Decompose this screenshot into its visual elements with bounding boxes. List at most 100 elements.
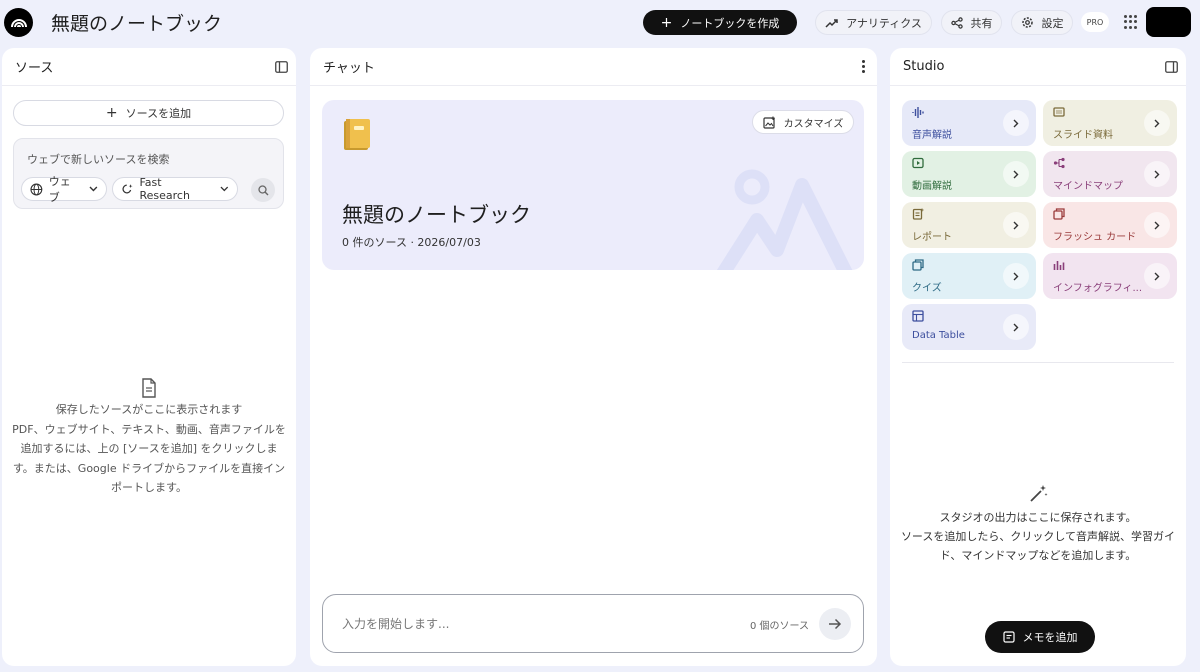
notebook-title[interactable]: 無題のノートブック	[51, 9, 222, 36]
studio-tile-data-table[interactable]: Data Table	[902, 304, 1036, 350]
search-icon	[257, 184, 268, 195]
chevron-right-icon[interactable]	[1144, 161, 1170, 187]
sources-header: ソース	[2, 48, 296, 86]
chevron-right-icon[interactable]	[1144, 263, 1170, 289]
top-bar: 無題のノートブック + ノートブックを作成 アナリティクス 共有 設定 PRO	[0, 0, 1200, 46]
infographic-icon	[1053, 261, 1065, 270]
mind-map-icon	[1053, 157, 1065, 169]
share-button[interactable]: 共有	[941, 10, 1002, 35]
gear-icon	[1021, 17, 1033, 28]
share-label: 共有	[970, 16, 993, 30]
studio-tile-flashcard[interactable]: フラッシュ カード	[1043, 202, 1177, 248]
studio-tile-quiz[interactable]: クイズ	[902, 253, 1036, 299]
plus-icon: +	[105, 105, 118, 121]
sources-empty-description: PDF、ウェブサイト、テキスト、動画、音声ファイルを追加するには、上の [ソース…	[12, 422, 286, 495]
more-vert-icon[interactable]	[858, 56, 869, 77]
web-chip[interactable]: ウェブ	[21, 175, 107, 204]
collapse-panel-icon[interactable]	[275, 60, 288, 73]
studio-divider	[902, 362, 1174, 363]
sources-empty-state: 保存したソースがここに表示されます PDF、ウェブサイト、テキスト、動画、音声フ…	[12, 378, 286, 498]
chat-panel: チャット カスタマイズ 無題のノートブック 0 件のソース · 2026/07/…	[310, 48, 877, 666]
studio-tile-label: 動画解説	[912, 181, 952, 192]
chevron-right-icon[interactable]	[1144, 110, 1170, 136]
analytics-label: アナリティクス	[846, 16, 922, 30]
studio-panel: Studio 音声解説 スライド資料動画解説 マインドマップレポート フラッシュ カー…	[890, 48, 1186, 666]
chevron-right-icon[interactable]	[1003, 110, 1029, 136]
studio-empty-title: スタジオの出力はここに保存されます。	[939, 511, 1137, 524]
share-icon	[950, 16, 963, 29]
image-edit-icon	[763, 116, 775, 129]
video-icon	[912, 157, 924, 169]
magic-wand-icon	[1030, 485, 1048, 502]
studio-header: Studio	[890, 48, 1186, 86]
add-source-button[interactable]: + ソースを追加	[13, 100, 284, 126]
create-notebook-label: ノートブックを作成	[680, 16, 780, 30]
web-source-search: ウェブで新しいソースを検索 ウェブ Fast Research	[13, 138, 284, 209]
chat-input-box[interactable]: 入力を開始します... 0 個のソース	[322, 594, 864, 653]
search-submit-button[interactable]	[251, 178, 275, 202]
chat-title: チャット	[323, 61, 375, 76]
studio-tile-label: フラッシュ カード	[1053, 232, 1137, 243]
studio-tile-label: マインドマップ	[1053, 181, 1123, 192]
globe-icon	[30, 183, 43, 195]
chevron-right-icon[interactable]	[1144, 212, 1170, 238]
chat-input-placeholder: 入力を開始します...	[342, 617, 450, 631]
send-button[interactable]	[819, 608, 851, 640]
research-chip-label: Fast Research	[139, 176, 190, 202]
studio-tile-label: Data Table	[912, 330, 965, 341]
studio-empty-description: ソースを追加したら、クリックして音声解説、学習ガイド、マインドマップなどを追加し…	[900, 530, 1176, 562]
research-sparkle-icon	[122, 183, 133, 193]
pro-badge: PRO	[1081, 12, 1109, 32]
chevron-right-icon[interactable]	[1003, 263, 1029, 289]
flashcard-icon	[1053, 208, 1065, 220]
audio-waveform-icon	[912, 107, 924, 118]
studio-tile-label: インフォグラフィ...	[1053, 283, 1143, 294]
research-mode-chip[interactable]: Fast Research	[112, 176, 238, 202]
studio-empty-state: スタジオの出力はここに保存されます。 ソースを追加したら、クリックして音声解説、…	[898, 484, 1178, 565]
chevron-down-icon	[89, 186, 98, 192]
chevron-right-icon[interactable]	[1003, 212, 1029, 238]
sources-empty-title: 保存したソースがここに表示されます	[55, 403, 243, 416]
add-memo-label: メモを追加	[1022, 631, 1078, 644]
account-avatar[interactable]	[1146, 7, 1191, 37]
notebook-meta: 0 件のソース · 2026/07/03	[342, 236, 481, 249]
search-input[interactable]: ウェブで新しいソースを検索	[27, 151, 169, 167]
studio-tile-report[interactable]: レポート	[902, 202, 1036, 248]
plus-icon: +	[660, 14, 673, 31]
chevron-right-icon[interactable]	[1003, 161, 1029, 187]
trending-up-icon	[825, 18, 838, 28]
studio-tile-audio-waveform[interactable]: 音声解説	[902, 100, 1036, 146]
web-chip-label: ウェブ	[48, 175, 71, 204]
sources-panel: ソース + ソースを追加 ウェブで新しいソースを検索 ウェブ Fast Rese…	[2, 48, 296, 666]
quiz-icon	[912, 259, 924, 271]
settings-button[interactable]: 設定	[1011, 10, 1073, 35]
report-icon	[912, 208, 924, 220]
studio-tile-infographic[interactable]: インフォグラフィ...	[1043, 253, 1177, 299]
studio-tile-mind-map[interactable]: マインドマップ	[1043, 151, 1177, 197]
chevron-down-icon	[220, 186, 229, 192]
collapse-panel-icon[interactable]	[1165, 60, 1178, 73]
notebooklm-logo-icon[interactable]	[4, 8, 33, 37]
data-table-icon	[912, 310, 924, 322]
studio-tile-video[interactable]: 動画解説	[902, 151, 1036, 197]
arrow-right-icon	[829, 618, 842, 630]
create-notebook-button[interactable]: + ノートブックを作成	[643, 10, 797, 35]
chat-header: チャット	[310, 48, 877, 86]
studio-tile-label: レポート	[912, 232, 952, 243]
chevron-right-icon[interactable]	[1003, 314, 1029, 340]
customize-button[interactable]: カスタマイズ	[752, 110, 854, 134]
apps-grid-icon[interactable]	[1124, 15, 1138, 29]
source-count: 0 個のソース	[750, 621, 810, 632]
customize-label: カスタマイズ	[783, 118, 844, 130]
settings-label: 設定	[1041, 16, 1064, 30]
sources-title: ソース	[15, 61, 54, 76]
document-icon	[142, 378, 156, 398]
studio-tile-slides[interactable]: スライド資料	[1043, 100, 1177, 146]
add-source-label: ソースを追加	[125, 107, 192, 120]
analytics-button[interactable]: アナリティクス	[815, 10, 932, 35]
add-memo-button[interactable]: メモを追加	[985, 621, 1095, 653]
decorative-illustration	[717, 169, 853, 270]
studio-tile-label: スライド資料	[1053, 130, 1113, 141]
note-icon	[1002, 631, 1015, 643]
studio-tile-label: 音声解説	[912, 130, 952, 141]
